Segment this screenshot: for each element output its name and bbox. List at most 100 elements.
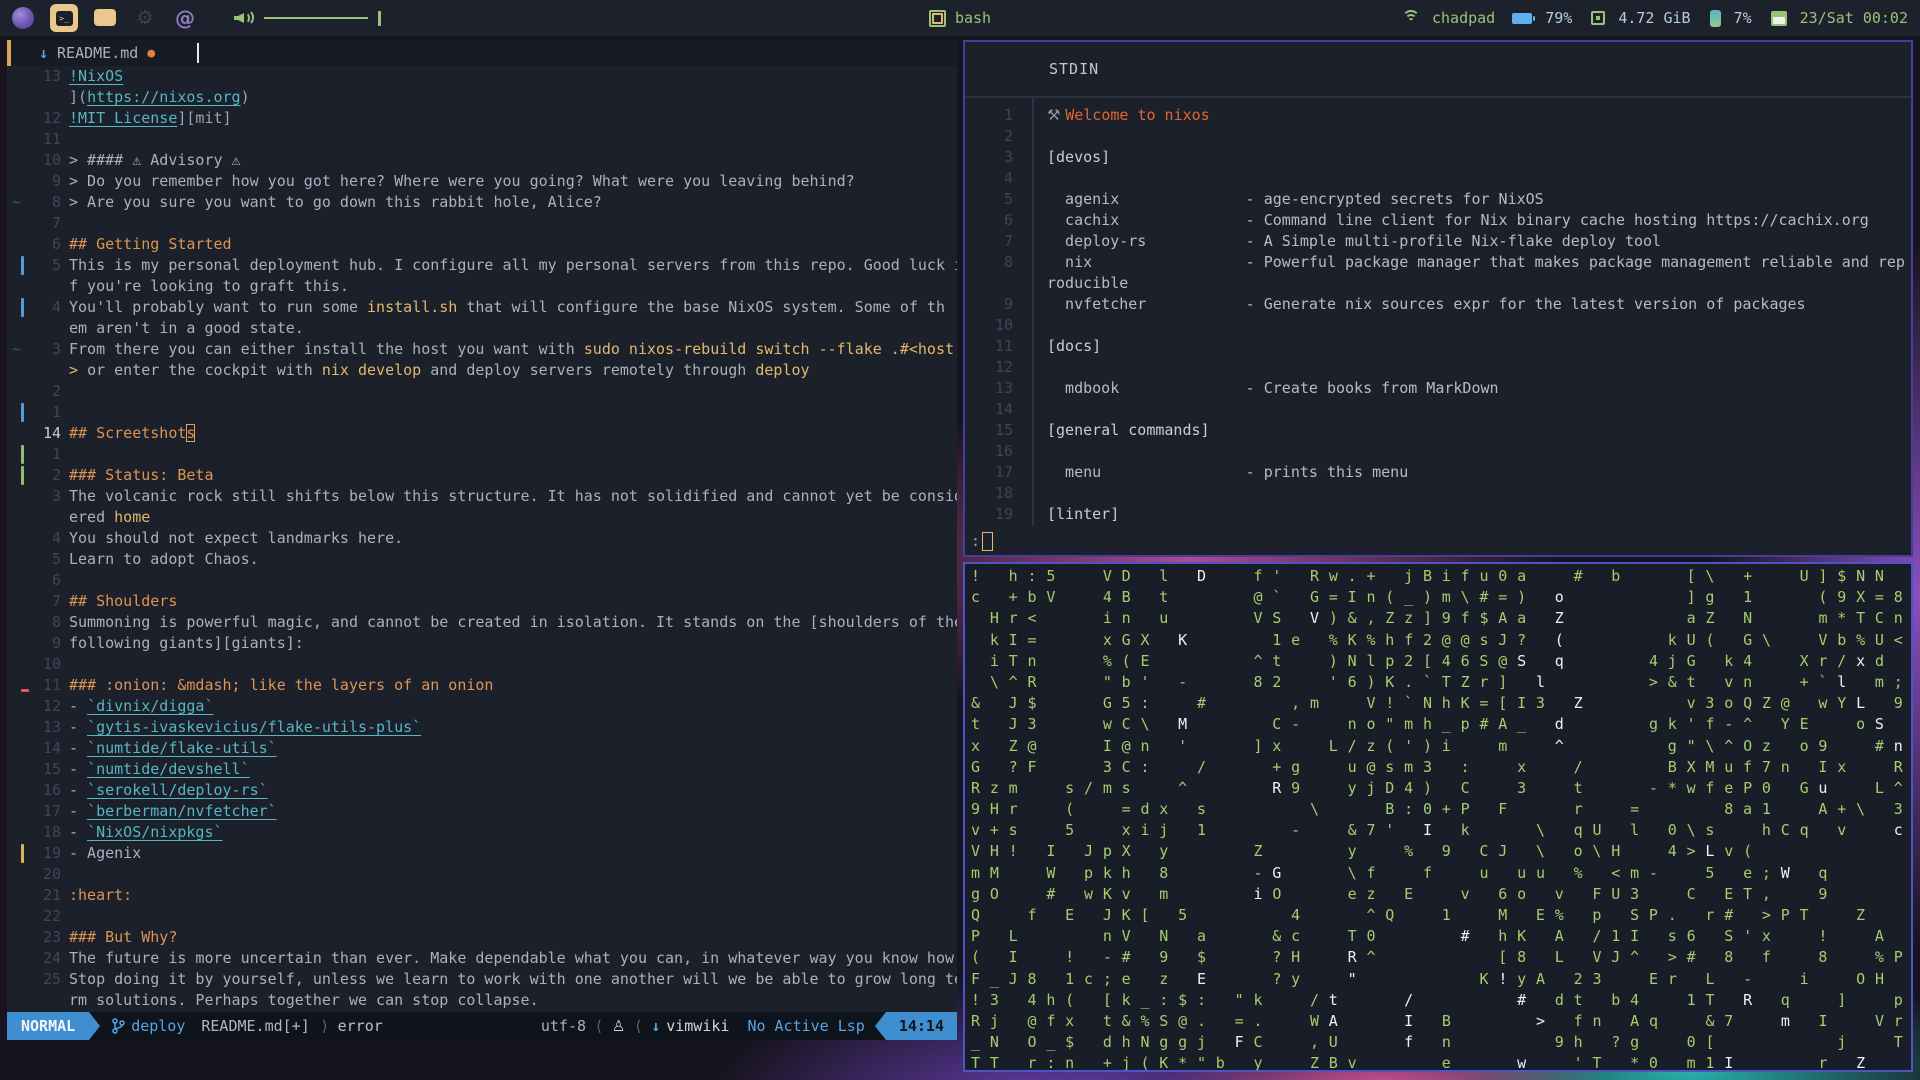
line-number: 11 — [42, 130, 61, 148]
prompt-colon: : — [971, 532, 981, 550]
terminal-line: 10 — [965, 316, 1911, 337]
line-number: 10 — [42, 151, 61, 169]
editor-line: 22 — [7, 906, 957, 927]
line-number: 10 — [994, 316, 1013, 334]
tab-filename: README.md — [57, 44, 139, 62]
editor-line: 15- `numtide/devshell` — [7, 759, 957, 780]
matrix-row: kI= xGX K 1e %K%hf2@@sJ? ( kU( G\ Vb%U< … — [971, 630, 1905, 649]
editor-buffer[interactable]: 13 !NixOS](https://nixos.org) 12 !MIT Licen… — [7, 66, 957, 1012]
line-number: 15 — [42, 760, 61, 778]
editor-line: 12 !MIT License][mit] — [7, 108, 957, 129]
editor-line: 19- Agenix — [7, 843, 957, 864]
filetype: ↓ vimwiki — [651, 1017, 729, 1035]
editor-line: 25 Stop doing it by yourself, unless we l… — [7, 969, 957, 990]
editor-line: ~3 From there you can either install the … — [12, 340, 955, 358]
editor-line: ](https://nixos.org) — [69, 88, 250, 106]
line-number: 16 — [994, 442, 1013, 460]
filetype-icon: ↓ — [651, 1017, 661, 1035]
line-number: 1 — [1003, 106, 1013, 124]
pager-prompt[interactable]: : — [965, 526, 1911, 555]
chat-icon[interactable] — [92, 5, 118, 31]
editor-line: 9 following giants][giants]: — [7, 633, 957, 654]
volume-slider[interactable] — [264, 17, 368, 19]
line-number: 8 — [51, 193, 61, 211]
line-number: 8 — [1003, 253, 1013, 271]
matrix-row: v+s 5 xij 1 - &7' I k \ qU l 0\s hCq v c… — [971, 821, 1903, 840]
line-number: 3 — [51, 340, 61, 358]
chevron-right-icon: ⟩ — [321, 1017, 328, 1035]
gear-icon[interactable]: ⚙ — [132, 5, 158, 31]
matrix-terminal-window[interactable]: ! h:5 VD l D f' Rw.+ jBifu0a # b [\ + U]… — [963, 562, 1913, 1072]
volume-control[interactable] — [234, 9, 381, 27]
line-number: 4 — [51, 529, 61, 547]
terminal-line: 4 — [965, 169, 1911, 190]
editor-line: 7 ## Shoulders — [7, 591, 957, 612]
editor-line: 5 Learn to adopt Chaos. — [7, 549, 957, 570]
stdin-body: 1 ⚒ Welcome to nixos 2 3 [devos] 4 5 agenix - … — [965, 98, 1911, 526]
modified-dot-icon: ● — [147, 45, 156, 61]
markdown-file-icon: ↓ — [39, 44, 49, 62]
matrix-row: VH! I JpX y Z y % 9 CJ \ o\H 4>Lv( — [971, 842, 1762, 861]
git-branch: deploy — [112, 1017, 185, 1035]
editor-line: 13- `gytis-ivaskevicius/flake-utils-plus… — [7, 717, 957, 738]
tab-readme[interactable]: ↓ README.md ● — [11, 40, 171, 66]
line-number: 19 — [42, 844, 61, 862]
editor-line: 1 — [7, 444, 957, 465]
hostname: chadpad — [1432, 9, 1496, 27]
line-number: 14 — [42, 424, 61, 442]
volume-slider-handle[interactable] — [378, 10, 381, 26]
matrix-row: 9Hr ( =dx s \ B:0+P F r = 8a1 A+\ 3 _vm — [971, 800, 1903, 819]
matrix-row: mM W pkh 8 -G \f f u uu % <m- 5 e;W q — [971, 863, 1838, 882]
terminal-line: 8 nix - Powerful package manager that ma… — [965, 253, 1911, 274]
workspace-icon[interactable] — [928, 9, 946, 27]
line-number: 5 — [1003, 190, 1013, 208]
editor-line: 6 ## Getting Started — [7, 234, 957, 255]
editor-line: 2 — [7, 381, 957, 402]
editor-window[interactable]: ↓ README.md ● 13 !NixOS](https://nixos.or… — [7, 40, 957, 1040]
editor-line: 10 — [7, 654, 957, 675]
editor-line: 14- `numtide/flake-utils` — [7, 738, 957, 759]
line-number: 13 — [994, 379, 1013, 397]
matrix-row: Hr< in u VS V)&,Zz]9f$Aa Z aZ N m*TCn[ = — [971, 609, 1905, 628]
spiral-icon[interactable]: @ — [172, 5, 198, 31]
statusline-filename: README.md[+] — [201, 1017, 310, 1035]
line-number: 17 — [994, 463, 1013, 481]
terminal-line: roducible — [1047, 274, 1129, 292]
editor-line: f you're looking to graft this. — [69, 277, 349, 295]
line-number: 18 — [994, 484, 1013, 502]
stdin-terminal-window[interactable]: STDIN 1 ⚒ Welcome to nixos 2 3 [devos] 4 5 age… — [963, 40, 1913, 557]
firefox-icon[interactable] — [10, 5, 36, 31]
line-number: 20 — [42, 865, 61, 883]
statusline-clock: 14:14 — [885, 1012, 957, 1040]
line-number: 23 — [42, 928, 61, 946]
editor-line: em aren't in a good state. — [69, 319, 304, 337]
matrix-row: & J$ G5: # ,m V!`NhK=[I3 Z v3oQZ@ wYL 9]… — [971, 694, 1905, 713]
line-number: 22 — [42, 907, 61, 925]
calendar-icon[interactable] — [1770, 10, 1787, 26]
line-number: 14 — [42, 739, 61, 757]
matrix-row: iTn %(E ^t )Nlp2[46S@S q 4jG k4 Xr/xd : — [971, 651, 1894, 670]
editor-line: 3 The volcanic rock still shifts below th… — [7, 486, 957, 507]
line-number: 4 — [51, 298, 61, 316]
tabline-cursor — [197, 43, 200, 63]
line-number: 9 — [51, 634, 61, 652]
line-number: 12 — [994, 358, 1013, 376]
line-number: 16 — [42, 781, 61, 799]
editor-line: 9 > Do you remember how you got here? Whe… — [7, 171, 957, 192]
terminal-line: 12 — [965, 358, 1911, 379]
line-number: 7 — [1003, 232, 1013, 250]
line-number: 9 — [51, 172, 61, 190]
terminal-app-icon[interactable]: >_ — [50, 4, 78, 32]
line-number: 2 — [1003, 127, 1013, 145]
line-number: 25 — [42, 970, 61, 988]
os-icon: ♙ — [611, 1017, 626, 1035]
wifi-icon[interactable] — [1401, 10, 1421, 26]
editor-line: 21:heart: — [7, 885, 957, 906]
diagnostic-label: error — [337, 1017, 383, 1035]
line-number: 17 — [42, 802, 61, 820]
editor-line: 14 ## Screetshots — [7, 423, 957, 444]
line-number: 7 — [51, 214, 61, 232]
editor-line: ered home — [69, 508, 151, 526]
workspace-label[interactable]: bash — [955, 9, 991, 27]
terminal-line: 15 [general commands] — [965, 421, 1911, 442]
